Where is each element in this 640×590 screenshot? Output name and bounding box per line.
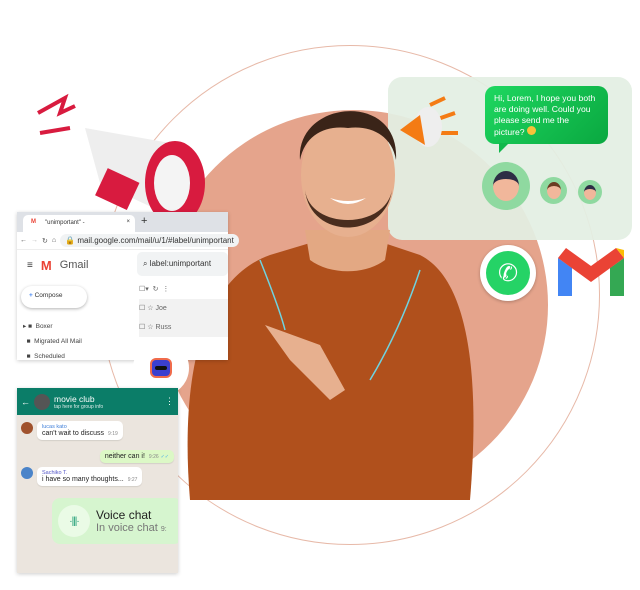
url-text: mail.google.com/mail/u/1/#label/unimport…: [77, 236, 234, 245]
voice-chat-card[interactable]: ·|||· Voice chat In voice chat 9:: [52, 498, 178, 544]
email-row[interactable]: ☐ ☆ Russ: [139, 318, 228, 337]
voice-time: 9:: [160, 526, 167, 533]
sender: Russ: [155, 324, 172, 331]
back-arrow-icon[interactable]: ←: [21, 397, 30, 407]
message-time: 9:26: [148, 454, 159, 460]
emoji-icon: [526, 126, 536, 135]
message-text: can't wait to discuss: [42, 430, 105, 437]
gmail-brand: Gmail: [59, 259, 89, 271]
message-incoming: Sachiko T. i have so many thoughts... 9:27: [37, 467, 143, 486]
compose-label: Compose: [34, 292, 63, 299]
browser-tab[interactable]: M "unimportant" - ×: [23, 215, 135, 232]
address-bar[interactable]: 🔒 mail.google.com/mail/u/1/#label/unimpo…: [60, 234, 239, 247]
search-input[interactable]: ⌕ label:unimportant: [137, 252, 228, 276]
search-value: label:unimportant: [149, 259, 212, 268]
tab-title: "unimportant" -: [45, 220, 85, 226]
message-text: neither can i!: [104, 453, 145, 460]
back-icon[interactable]: ←: [20, 237, 27, 244]
more-options-icon[interactable]: ⋮: [165, 396, 174, 407]
compose-button[interactable]: + Compose: [21, 286, 87, 308]
label-boxer[interactable]: ▸ ■ Boxer: [23, 319, 82, 334]
sender: Joe: [155, 305, 167, 312]
menu-icon[interactable]: ≡: [27, 260, 33, 271]
message-time: 9:27: [127, 477, 138, 483]
message-outgoing: neither can i! 9:26 ✓✓: [99, 450, 174, 463]
reload-icon[interactable]: ↻: [42, 237, 48, 245]
voice-waveform-icon: ·|||·: [58, 505, 90, 537]
home-icon[interactable]: ⌂: [52, 237, 56, 244]
email-row[interactable]: ☐ ☆ Joe: [139, 299, 228, 318]
message-incoming: lucas kato can't wait to discuss 9:19: [37, 421, 123, 440]
voice-subtitle: In voice chat: [96, 522, 158, 534]
select-all-checkbox[interactable]: ☐▾ ↻ ⋮: [139, 280, 228, 299]
whatsapp-icon: ✆: [480, 245, 536, 301]
label-text: Scheduled: [34, 353, 65, 360]
label-text: Boxer: [35, 323, 53, 330]
group-subtitle: tap here for group info: [54, 403, 104, 410]
voice-title: Voice chat: [96, 508, 152, 522]
group-name: movie club: [54, 393, 95, 404]
read-ticks-icon: ✓✓: [160, 454, 169, 460]
label-scheduled[interactable]: ■ Scheduled: [23, 349, 82, 364]
megaphone-icon: [400, 96, 458, 147]
message-time: 9:19: [108, 431, 118, 437]
message-text: i have so many thoughts...: [42, 476, 124, 483]
gmail-icon: M: [40, 257, 52, 273]
avatar-man: [540, 177, 567, 204]
label-migrated[interactable]: ■ Migrated All Mail: [23, 334, 82, 349]
close-tab-icon[interactable]: ×: [126, 219, 130, 225]
chat-bubble-text: Hi, Lorem, I hope you both are doing wel…: [494, 93, 596, 137]
lock-icon: 🔒: [65, 236, 76, 245]
chat-header[interactable]: ← movie club tap here for group info ⋮: [17, 388, 178, 415]
label-text: Migrated All Mail: [34, 338, 82, 345]
gmail-window: M "unimportant" - × + ← → ↻ ⌂ 🔒 mail.google.co…: [17, 212, 239, 360]
whatsapp-chat-window: ← movie club tap here for group info ⋮ lu…: [17, 388, 178, 573]
chat-bubble: Hi, Lorem, I hope you both are doing wel…: [485, 86, 608, 153]
avatar-woman: [482, 162, 530, 210]
avatar-woman-small: [578, 180, 602, 204]
gmail-favicon: M: [31, 219, 36, 225]
avatar: [21, 422, 33, 434]
gmail-icon: [558, 248, 624, 296]
forward-icon[interactable]: →: [31, 237, 38, 244]
search-icon: ⌕: [143, 259, 150, 268]
avatar: [21, 467, 33, 479]
new-tab-icon[interactable]: +: [141, 215, 147, 227]
group-avatar: [34, 393, 50, 410]
